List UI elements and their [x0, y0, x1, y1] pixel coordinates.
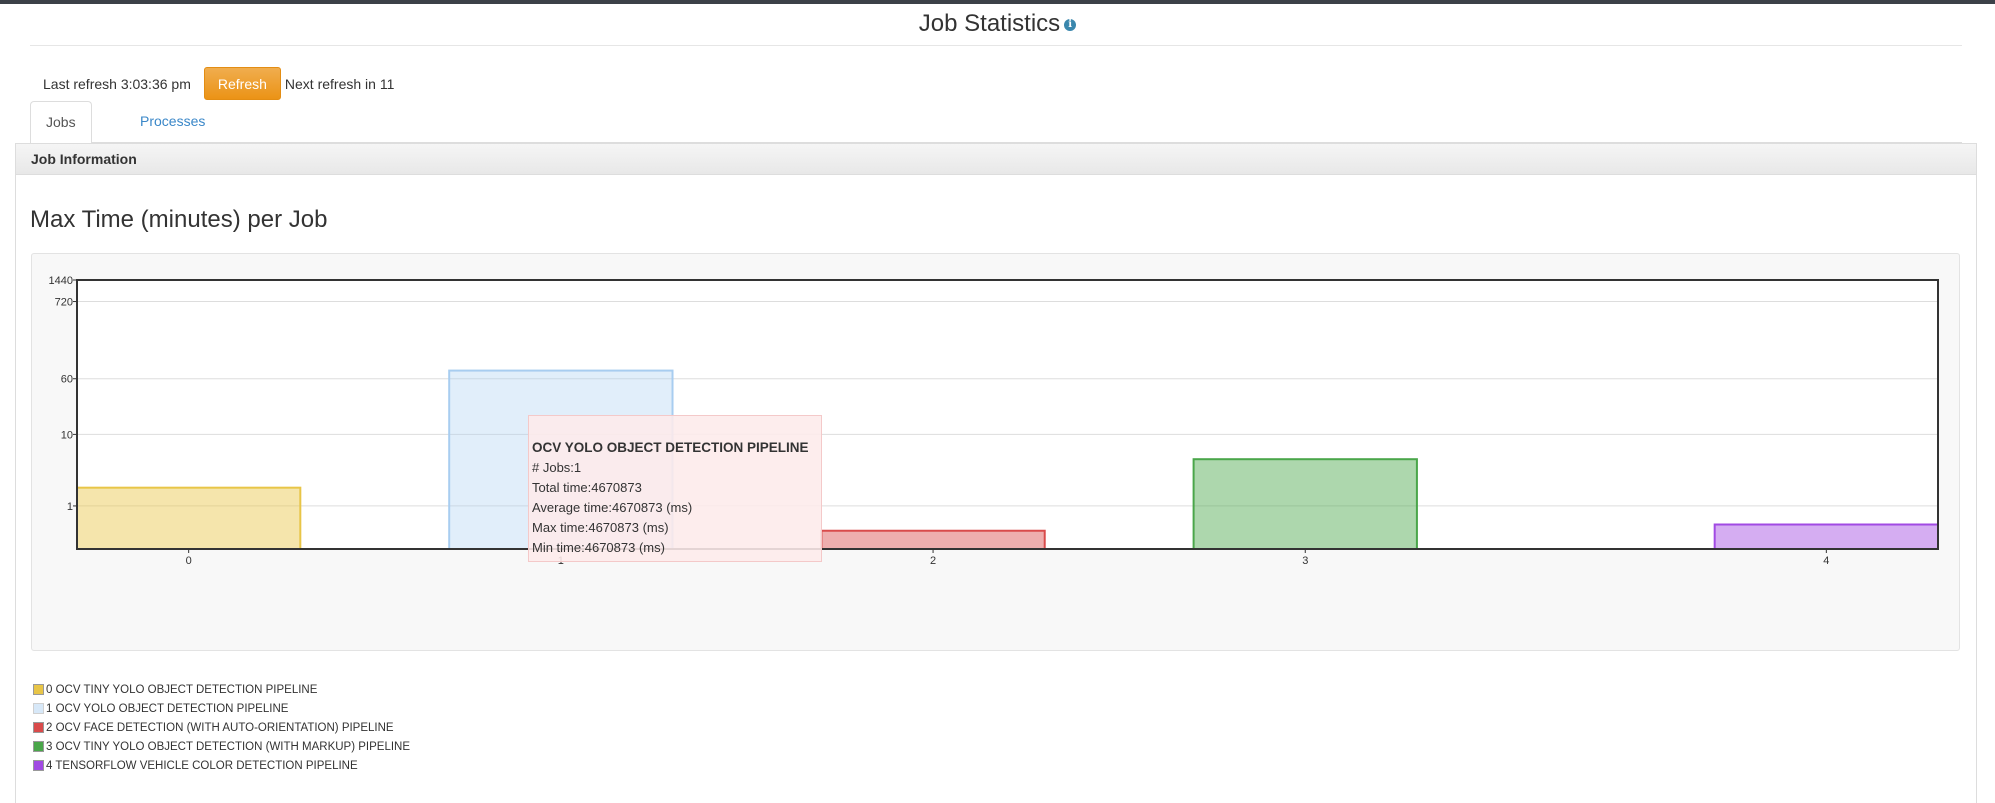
legend-label: 3 OCV TINY YOLO OBJECT DETECTION (WITH M… — [46, 740, 411, 753]
legend-label: 0 OCV TINY YOLO OBJECT DETECTION PIPELIN… — [46, 683, 318, 696]
y-tick-label: 60 — [61, 374, 73, 386]
x-tick-label: 3 — [1302, 555, 1308, 567]
tooltip-average: Average time:4670873 (ms) — [532, 500, 693, 515]
x-tick-label: 0 — [186, 555, 192, 567]
legend-swatch — [33, 741, 44, 752]
legend-swatch — [33, 722, 44, 733]
chart-tooltip: OCV YOLO OBJECT DETECTION PIPELINE # Job… — [528, 415, 822, 562]
y-tick-label: 10 — [61, 429, 73, 441]
legend-label: 1 OCV YOLO OBJECT DETECTION PIPELINE — [46, 702, 289, 715]
y-tick-label: 1 — [67, 501, 73, 513]
legend-label: 2 OCV FACE DETECTION (WITH AUTO-ORIENTAT… — [46, 721, 394, 734]
bar-4 — [1713, 523, 1940, 550]
tooltip-jobs: # Jobs:1 — [532, 460, 582, 475]
y-tick-label: 720 — [55, 297, 73, 309]
legend-swatch — [33, 684, 44, 695]
tooltip-min: Min time:4670873 (ms) — [532, 540, 665, 555]
legend-item: 0 OCV TINY YOLO OBJECT DETECTION PIPELIN… — [33, 680, 410, 699]
legend-item: 3 OCV TINY YOLO OBJECT DETECTION (WITH M… — [33, 737, 410, 756]
tooltip-total: Total time:4670873 — [532, 480, 642, 495]
bar-0 — [76, 486, 302, 551]
legend-label: 4 TENSORFLOW VEHICLE COLOR DETECTION PIP… — [46, 759, 358, 772]
x-tick-label: 2 — [930, 555, 936, 567]
bar-chart: 14407206010101234 — [49, 275, 1940, 567]
chart-legend: 0 OCV TINY YOLO OBJECT DETECTION PIPELIN… — [33, 680, 410, 775]
plot-area — [77, 280, 1938, 549]
bar-2 — [820, 529, 1046, 550]
legend-item: 1 OCV YOLO OBJECT DETECTION PIPELINE — [33, 699, 410, 718]
legend-swatch — [33, 703, 44, 714]
tooltip-max: Max time:4670873 (ms) — [532, 520, 669, 535]
legend-item: 2 OCV FACE DETECTION (WITH AUTO-ORIENTAT… — [33, 718, 410, 737]
legend-swatch — [33, 760, 44, 771]
y-tick-label: 1440 — [49, 275, 73, 287]
legend-item: 4 TENSORFLOW VEHICLE COLOR DETECTION PIP… — [33, 756, 410, 775]
x-tick-label: 4 — [1823, 555, 1829, 567]
tooltip-title: OCV YOLO OBJECT DETECTION PIPELINE — [532, 440, 809, 455]
bar-3 — [1192, 458, 1418, 550]
